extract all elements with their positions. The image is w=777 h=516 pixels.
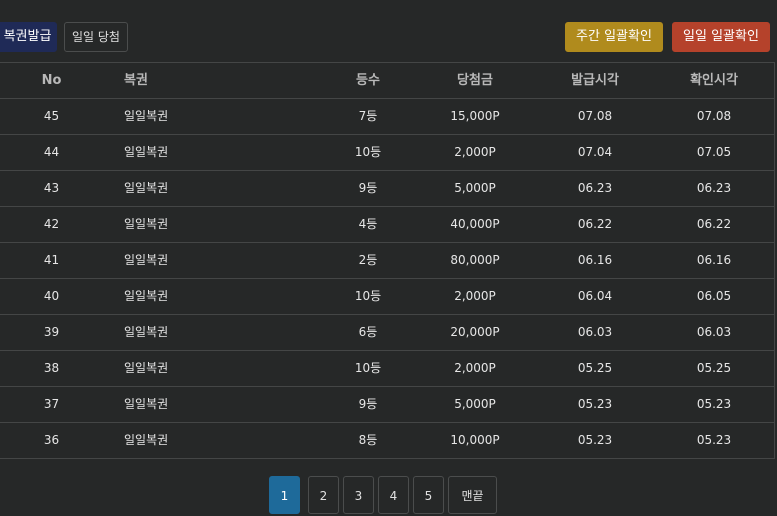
cell-no: 41 bbox=[43, 253, 60, 267]
cell-rank: 2등 bbox=[358, 253, 378, 267]
cell-no: 38 bbox=[43, 361, 60, 375]
cell-issued-time: 06.04 bbox=[577, 289, 613, 303]
cell-rank: 10등 bbox=[354, 145, 382, 159]
table-header-row: No 복권 등수 당첨금 발급시각 확인시각 bbox=[0, 63, 774, 99]
cell-no: 43 bbox=[43, 181, 60, 195]
table-row: 36 일일복권 8등 10,000P 05.23 05.23 bbox=[0, 423, 774, 459]
cell-prize: 10,000P bbox=[450, 433, 500, 447]
cell-lottery-name: 일일복권 bbox=[124, 397, 169, 411]
cell-no: 36 bbox=[43, 433, 60, 447]
last-page-button[interactable]: 맨끝 bbox=[448, 476, 497, 514]
cell-checked-time: 06.05 bbox=[696, 289, 732, 303]
lottery-table: No 복권 등수 당첨금 발급시각 확인시각 45 일일복권 7등 15,000P 07… bbox=[0, 62, 775, 459]
page-button-5[interactable]: 5 bbox=[413, 476, 444, 514]
cell-prize: 15,000P bbox=[450, 109, 500, 123]
cell-lottery-name: 일일복권 bbox=[124, 289, 169, 303]
cell-checked-time: 05.23 bbox=[696, 397, 732, 411]
header-lottery: 복권 bbox=[124, 73, 148, 88]
header-no: No bbox=[41, 73, 62, 88]
toolbar: 복권발급 일일 당첨 주간 일괄확인 일일 일괄확인 bbox=[0, 0, 777, 58]
page-button-4[interactable]: 4 bbox=[378, 476, 409, 514]
cell-lottery-name: 일일복권 bbox=[124, 361, 169, 375]
cell-prize: 2,000P bbox=[454, 361, 496, 375]
cell-rank: 10등 bbox=[354, 361, 382, 375]
table-row: 39 일일복권 6등 20,000P 06.03 06.03 bbox=[0, 315, 774, 351]
table-row: 43 일일복권 9등 5,000P 06.23 06.23 bbox=[0, 171, 774, 207]
cell-checked-time: 07.08 bbox=[696, 109, 732, 123]
cell-checked-time: 06.22 bbox=[696, 217, 732, 231]
cell-checked-time: 06.16 bbox=[696, 253, 732, 267]
cell-lottery-name: 일일복권 bbox=[124, 109, 169, 123]
header-rank: 등수 bbox=[356, 73, 380, 88]
table-row: 44 일일복권 10등 2,000P 07.04 07.05 bbox=[0, 135, 774, 171]
cell-rank: 6등 bbox=[358, 325, 378, 339]
table-row: 40 일일복권 10등 2,000P 06.04 06.05 bbox=[0, 279, 774, 315]
table-row: 45 일일복권 7등 15,000P 07.08 07.08 bbox=[0, 99, 774, 135]
cell-issued-time: 05.23 bbox=[577, 397, 613, 411]
cell-checked-time: 07.05 bbox=[696, 145, 732, 159]
table-row: 41 일일복권 2등 80,000P 06.16 06.16 bbox=[0, 243, 774, 279]
cell-no: 42 bbox=[43, 217, 60, 231]
cell-lottery-name: 일일복권 bbox=[124, 433, 169, 447]
cell-issued-time: 06.16 bbox=[577, 253, 613, 267]
cell-checked-time: 06.03 bbox=[696, 325, 732, 339]
cell-issued-time: 06.23 bbox=[577, 181, 613, 195]
table-row: 38 일일복권 10등 2,000P 05.25 05.25 bbox=[0, 351, 774, 387]
cell-prize: 80,000P bbox=[450, 253, 500, 267]
header-prize: 당첨금 bbox=[457, 73, 493, 88]
page-button-1[interactable]: 1 bbox=[269, 476, 300, 514]
cell-issued-time: 06.22 bbox=[577, 217, 613, 231]
cell-lottery-name: 일일복권 bbox=[124, 325, 169, 339]
cell-issued-time: 06.03 bbox=[577, 325, 613, 339]
cell-no: 40 bbox=[43, 289, 60, 303]
table-row: 42 일일복권 4등 40,000P 06.22 06.22 bbox=[0, 207, 774, 243]
cell-rank: 9등 bbox=[358, 181, 378, 195]
header-checked-time: 확인시각 bbox=[690, 73, 738, 88]
cell-lottery-name: 일일복권 bbox=[124, 181, 169, 195]
cell-lottery-name: 일일복권 bbox=[124, 217, 169, 231]
table-row: 37 일일복권 9등 5,000P 05.23 05.23 bbox=[0, 387, 774, 423]
cell-lottery-name: 일일복권 bbox=[124, 145, 169, 159]
cell-prize: 20,000P bbox=[450, 325, 500, 339]
cell-prize: 5,000P bbox=[454, 181, 496, 195]
cell-no: 37 bbox=[43, 397, 60, 411]
daily-win-button[interactable]: 일일 당첨 bbox=[64, 22, 128, 52]
cell-lottery-name: 일일복권 bbox=[124, 253, 169, 267]
cell-issued-time: 07.04 bbox=[577, 145, 613, 159]
cell-prize: 40,000P bbox=[450, 217, 500, 231]
cell-no: 39 bbox=[43, 325, 60, 339]
cell-rank: 8등 bbox=[358, 433, 378, 447]
daily-check-all-button[interactable]: 일일 일괄확인 bbox=[672, 22, 770, 52]
cell-checked-time: 06.23 bbox=[696, 181, 732, 195]
header-issued-time: 발급시각 bbox=[571, 73, 619, 88]
page-button-2[interactable]: 2 bbox=[308, 476, 339, 514]
cell-rank: 9등 bbox=[358, 397, 378, 411]
cell-no: 44 bbox=[43, 145, 60, 159]
cell-issued-time: 05.23 bbox=[577, 433, 613, 447]
cell-issued-time: 05.25 bbox=[577, 361, 613, 375]
weekly-check-all-button[interactable]: 주간 일괄확인 bbox=[565, 22, 663, 52]
cell-prize: 2,000P bbox=[454, 145, 496, 159]
cell-rank: 4등 bbox=[358, 217, 378, 231]
page-button-3[interactable]: 3 bbox=[343, 476, 374, 514]
cell-checked-time: 05.25 bbox=[696, 361, 732, 375]
cell-no: 45 bbox=[43, 109, 60, 123]
cell-checked-time: 05.23 bbox=[696, 433, 732, 447]
cell-prize: 2,000P bbox=[454, 289, 496, 303]
cell-issued-time: 07.08 bbox=[577, 109, 613, 123]
cell-rank: 10등 bbox=[354, 289, 382, 303]
cell-rank: 7등 bbox=[358, 109, 378, 123]
issue-lottery-button[interactable]: 복권발급 bbox=[0, 22, 57, 52]
cell-prize: 5,000P bbox=[454, 397, 496, 411]
